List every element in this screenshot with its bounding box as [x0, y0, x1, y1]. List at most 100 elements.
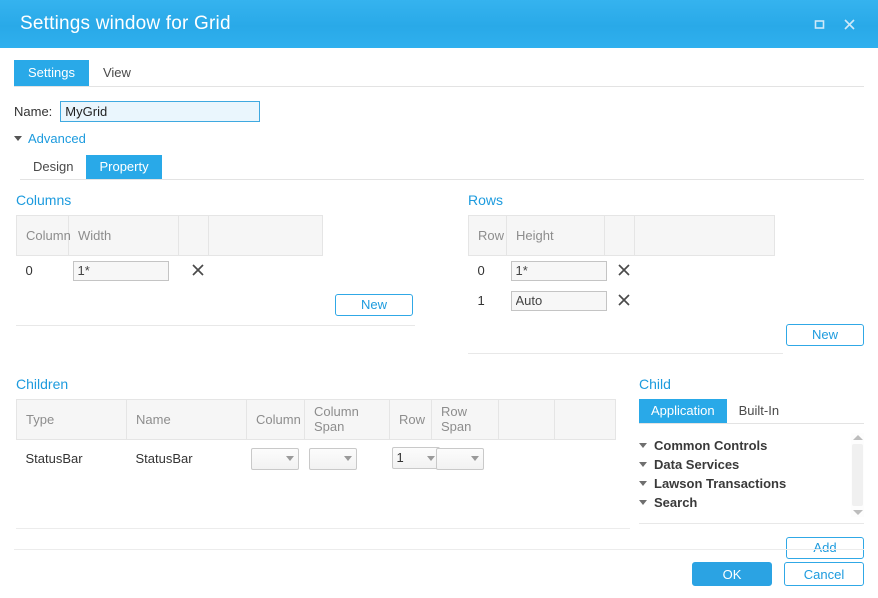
- delete-row-button[interactable]: [615, 291, 633, 309]
- children-header-column-span: Column Span: [304, 398, 390, 440]
- window-controls: [810, 15, 864, 33]
- child-type: StatusBar: [25, 450, 83, 466]
- column-index: 0: [25, 263, 33, 279]
- tree-item-label: Common Controls: [654, 437, 768, 453]
- child-tab-bar: Application Built-In: [639, 398, 864, 424]
- name-row: Name:: [14, 101, 878, 122]
- delete-row-button[interactable]: [615, 261, 633, 279]
- close-button[interactable]: [840, 15, 858, 33]
- rows-footer: New: [468, 323, 864, 362]
- close-icon: [843, 18, 855, 30]
- title-bar: Settings window for Grid: [0, 0, 878, 48]
- columns-footer: New: [16, 293, 455, 334]
- rows-title: Rows: [468, 192, 504, 208]
- cancel-button[interactable]: Cancel: [784, 562, 864, 586]
- close-icon: [617, 264, 630, 276]
- name-label: Name:: [14, 104, 53, 119]
- tree-item-label: Search: [654, 494, 698, 510]
- tree-item-data-services[interactable]: Data Services: [639, 455, 864, 474]
- tab-built-in[interactable]: Built-In: [727, 399, 791, 423]
- advanced-label: Advanced: [28, 131, 86, 146]
- children-header-row: Row: [389, 398, 432, 440]
- table-row: 1: [469, 286, 775, 316]
- column-header-width: Width: [68, 215, 179, 256]
- close-icon: [191, 264, 204, 276]
- children-section: Children Type Name Column Column Span Ro…: [0, 376, 630, 559]
- name-input[interactable]: [60, 101, 261, 122]
- children-header-blank-2: [554, 398, 616, 440]
- rows-section: Rows Row Height 0 1* 1 Auto New: [455, 192, 878, 362]
- footer-divider-top: [16, 528, 630, 529]
- rows-divider: [468, 352, 783, 354]
- new-column-button[interactable]: New: [335, 293, 413, 316]
- children-header-name: Name: [126, 398, 247, 440]
- table-row: StatusBar StatusBar 1: [17, 439, 616, 477]
- tab-view[interactable]: View: [89, 60, 145, 86]
- chevron-down-icon: [426, 455, 435, 461]
- chevron-down-icon: [470, 456, 479, 462]
- close-icon: [617, 294, 630, 306]
- scroll-down-arrow-icon[interactable]: [852, 509, 863, 515]
- scrollbar-thumb[interactable]: [852, 443, 863, 506]
- tree-item-lawson-transactions[interactable]: Lawson Transactions: [639, 474, 864, 493]
- window-title: Settings window for Grid: [20, 13, 231, 34]
- chevron-down-icon: [343, 456, 352, 462]
- children-header-type: Type: [16, 398, 127, 440]
- scroll-up-arrow-icon[interactable]: [852, 434, 863, 440]
- tab-design[interactable]: Design: [20, 155, 86, 179]
- child-name: StatusBar: [135, 450, 193, 466]
- triangle-down-icon: [639, 499, 647, 505]
- children-cell-blank-1: [499, 439, 555, 477]
- child-row-span-dropdown[interactable]: [435, 447, 484, 470]
- triangle-down-icon: [639, 442, 647, 448]
- row-height-input[interactable]: [510, 290, 607, 311]
- chevron-down-icon: [285, 456, 294, 462]
- children-header-row: Type Name Column Column Span Row Row Spa…: [16, 398, 616, 440]
- tree-item-search[interactable]: Search: [639, 493, 864, 512]
- tab-settings[interactable]: Settings: [14, 60, 89, 86]
- children-header-row-span: Row Span: [431, 398, 499, 440]
- square-icon: [814, 19, 824, 29]
- table-row: 0: [17, 256, 323, 286]
- main-tab-bar: Settings View: [14, 60, 864, 87]
- advanced-toggle[interactable]: Advanced: [14, 131, 878, 146]
- add-child-button[interactable]: Add: [786, 536, 864, 559]
- rows-header-row: Row Height: [468, 215, 775, 256]
- children-header-column: Column: [246, 398, 305, 440]
- row-index: 1: [477, 293, 485, 308]
- column-header-blank-1: [178, 215, 209, 256]
- row-height-input[interactable]: [510, 260, 607, 281]
- rows-header-height: Height: [506, 215, 605, 256]
- footer-divider-bottom: [14, 549, 864, 550]
- ok-button[interactable]: OK: [692, 562, 772, 586]
- columns-header-row: Column Width: [16, 215, 323, 256]
- children-title: Children: [16, 375, 69, 392]
- column-width-input[interactable]: [72, 260, 169, 281]
- tree-item-label: Data Services: [654, 456, 740, 472]
- rows-header-blank-1: [604, 215, 635, 256]
- child-row-value: 1: [396, 450, 404, 466]
- new-row-button[interactable]: New: [786, 323, 864, 346]
- column-header-column: Column: [16, 215, 71, 256]
- tab-property[interactable]: Property: [86, 155, 162, 179]
- child-tree-scrollbar[interactable]: [851, 432, 864, 517]
- rows-table: Row Height 0 1* 1 Auto: [468, 215, 775, 316]
- child-column-span-dropdown[interactable]: [308, 447, 357, 470]
- columns-table: Column Width 0: [16, 215, 323, 286]
- delete-column-button[interactable]: [189, 261, 207, 279]
- children-table: Type Name Column Column Span Row Row Spa…: [16, 398, 616, 478]
- rows-header-row-label: Row: [468, 215, 507, 256]
- settings-window: Settings window for Grid Settings View N…: [0, 0, 878, 598]
- child-row-dropdown[interactable]: 1: [391, 447, 440, 470]
- triangle-down-icon: [14, 136, 22, 141]
- children-header-blank-1: [498, 398, 555, 440]
- footer-buttons: OK Cancel: [692, 562, 864, 586]
- add-button-wrap: Add: [639, 536, 864, 559]
- columns-section: Columns Column Width 0 1* New: [0, 192, 455, 362]
- tree-item-common-controls[interactable]: Common Controls: [639, 436, 864, 455]
- tab-application[interactable]: Application: [639, 398, 727, 423]
- triangle-down-icon: [639, 461, 647, 467]
- child-column-dropdown[interactable]: [250, 447, 299, 470]
- maximize-button[interactable]: [810, 15, 828, 33]
- columns-title: Columns: [16, 192, 72, 208]
